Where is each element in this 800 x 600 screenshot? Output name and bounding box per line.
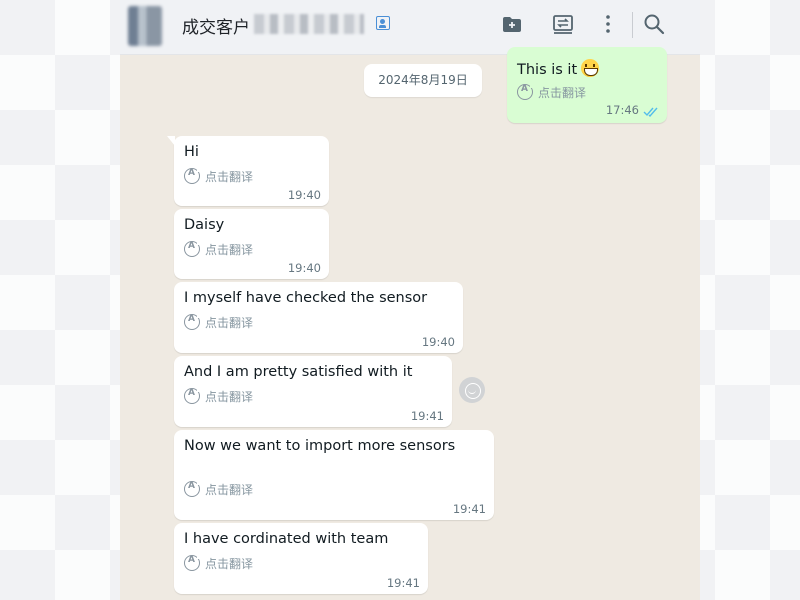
message-text: This is it <box>517 59 600 78</box>
contact-avatar[interactable] <box>128 6 162 46</box>
translate-button[interactable]: 点击翻译 <box>517 83 586 101</box>
translate-button[interactable]: 点击翻译 <box>184 167 253 185</box>
outgoing-message-bubble[interactable]: This is it 点击翻译 17:46 <box>507 47 667 123</box>
translate-icon <box>184 240 202 257</box>
more-vert-icon[interactable] <box>596 12 620 36</box>
incoming-message-bubble[interactable]: I have cordinated with team 点击翻译 19:41 <box>174 523 428 594</box>
message-text: Daisy <box>184 217 225 233</box>
message-list[interactable]: This is it 点击翻译 17:46 2024年8月19日 Hi 点击翻译… <box>120 47 700 600</box>
message-text: And I am pretty satisfied with it <box>184 364 413 380</box>
contact-card-icon[interactable] <box>376 16 390 30</box>
grinning-face-emoji-icon <box>581 59 600 77</box>
contact-name[interactable]: 成交客户 <box>182 13 250 38</box>
translate-label: 点击翻译 <box>205 242 254 257</box>
incoming-message-bubble[interactable]: Hi 点击翻译 19:40 <box>167 136 329 206</box>
translate-icon <box>184 554 202 571</box>
incoming-message-bubble[interactable]: I myself have checked the sensor 点击翻译 19… <box>174 282 463 353</box>
contact-name-redaction <box>254 14 364 34</box>
message-text: Now we want to import more sensors <box>184 438 456 454</box>
translate-icon <box>517 83 535 100</box>
translate-button[interactable]: 点击翻译 <box>184 480 253 498</box>
incoming-message-bubble[interactable]: Now we want to import more sensors 点击翻译 … <box>174 430 494 520</box>
message-time: 19:41 <box>452 502 486 516</box>
message-time: 19:40 <box>287 261 321 275</box>
translate-icon <box>184 313 202 330</box>
search-icon[interactable] <box>642 12 666 36</box>
double-check-icon <box>643 107 658 117</box>
add-chat-icon[interactable] <box>500 12 524 36</box>
incoming-message-bubble[interactable]: And I am pretty satisfied with it 点击翻译 1… <box>174 356 452 427</box>
translate-label: 点击翻译 <box>205 482 254 497</box>
message-time: 19:41 <box>386 576 420 590</box>
translate-label: 点击翻译 <box>205 389 254 404</box>
date-separator: 2024年8月19日 <box>364 64 482 97</box>
message-time: 19:41 <box>410 409 444 423</box>
message-text: I myself have checked the sensor <box>184 290 428 306</box>
translate-icon <box>184 480 202 497</box>
message-text: I have cordinated with team <box>184 531 389 547</box>
translate-button[interactable]: 点击翻译 <box>184 554 253 572</box>
translate-button[interactable]: 点击翻译 <box>184 387 253 405</box>
bubble-tail <box>167 136 175 146</box>
message-text: Hi <box>184 144 199 160</box>
translate-label: 点击翻译 <box>205 169 254 184</box>
emoji-reaction-icon[interactable] <box>459 377 485 403</box>
translate-icon <box>184 387 202 404</box>
translate-label: 点击翻译 <box>205 315 254 330</box>
message-time: 19:40 <box>287 188 321 202</box>
translate-label: 点击翻译 <box>538 85 587 100</box>
incoming-message-bubble[interactable]: Daisy 点击翻译 19:40 <box>174 209 329 279</box>
translate-icon <box>184 167 202 184</box>
summary-icon[interactable] <box>551 12 575 36</box>
message-time: 19:40 <box>421 335 455 349</box>
translate-button[interactable]: 点击翻译 <box>184 240 253 258</box>
chat-window: 成交客户 This is it 点击翻译 17:46 2024年8月19日 <box>120 0 700 600</box>
header-divider <box>632 12 633 38</box>
translate-button[interactable]: 点击翻译 <box>184 313 253 331</box>
message-time: 17:46 <box>605 103 639 117</box>
translate-label: 点击翻译 <box>205 556 254 571</box>
